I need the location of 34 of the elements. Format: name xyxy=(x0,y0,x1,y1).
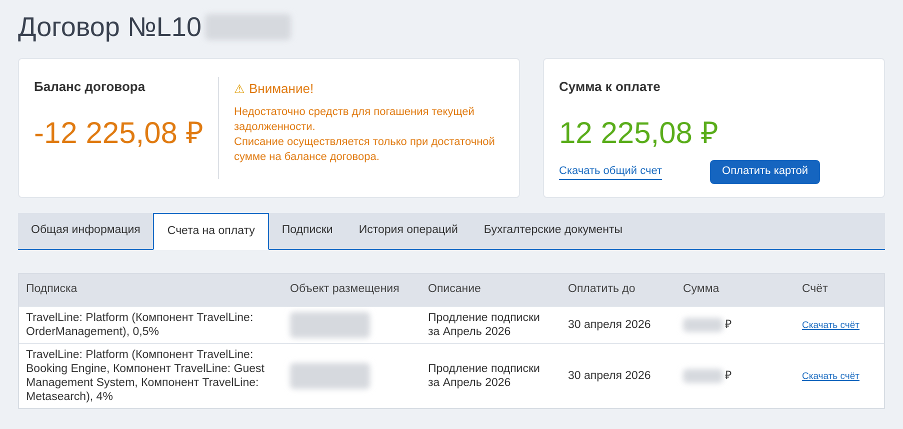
tab[interactable]: Подписки xyxy=(268,213,346,249)
column-header: Счёт xyxy=(801,282,829,298)
column-header: Подписка xyxy=(25,282,78,298)
table-cell: Продление подписки за Апрель 2026 xyxy=(428,312,540,338)
warning-text: Недостаточно средств для погашения текущей задолженности. xyxy=(234,104,476,134)
download-invoice-link[interactable]: Скачать общий счет xyxy=(559,162,662,180)
warning-title: Внимание! xyxy=(249,80,314,98)
warning-icon: ⚠ xyxy=(234,80,245,98)
column-header: Объект размещения xyxy=(289,282,400,298)
redacted-block xyxy=(683,369,723,383)
payment-amount: 12 225,08 ₽ xyxy=(559,116,719,152)
page-title: Договор №L10 xyxy=(18,14,202,40)
download-invoice-link[interactable]: Скачать счёт xyxy=(802,370,860,382)
balance-amount: -12 225,08 ₽ xyxy=(34,116,204,152)
redacted-block xyxy=(683,318,723,332)
currency-sign: ₽ xyxy=(725,318,732,332)
table-cell: 30 апреля 2026 xyxy=(568,319,651,331)
column-header: Оплатить до xyxy=(567,282,636,298)
card-label: Сумма к оплате xyxy=(559,78,662,96)
table-cell: TravelLine: Platform (Компонент TravelLine: Booking Engine, Компонент TravelLine: Guest Management System, Компонент TravelLine: Metasearch), 4% xyxy=(26,349,264,403)
tab[interactable]: Общая информация xyxy=(18,213,154,249)
table-cell: TravelLine: Platform (Компонент TravelLine: OrderManagement), 0,5% xyxy=(26,312,254,338)
pay-by-card-button[interactable]: Оплатить картой xyxy=(710,160,820,184)
currency-sign: ₽ xyxy=(725,369,732,383)
table-cell: 30 апреля 2026 xyxy=(568,370,651,382)
column-header: Сумма xyxy=(682,282,720,298)
tab[interactable]: Бухгалтерские документы xyxy=(470,213,636,249)
table-cell: Продление подписки за Апрель 2026 xyxy=(428,363,540,389)
warning-text: Списание осуществляется только при достаточной сумме на балансе договора. xyxy=(234,134,496,164)
card-label: Баланс договора xyxy=(34,78,146,96)
download-invoice-link[interactable]: Скачать счёт xyxy=(802,320,860,330)
tab[interactable]: История операций xyxy=(346,213,471,249)
column-header: Описание xyxy=(427,282,482,298)
tab[interactable]: Счета на оплату xyxy=(153,213,269,250)
